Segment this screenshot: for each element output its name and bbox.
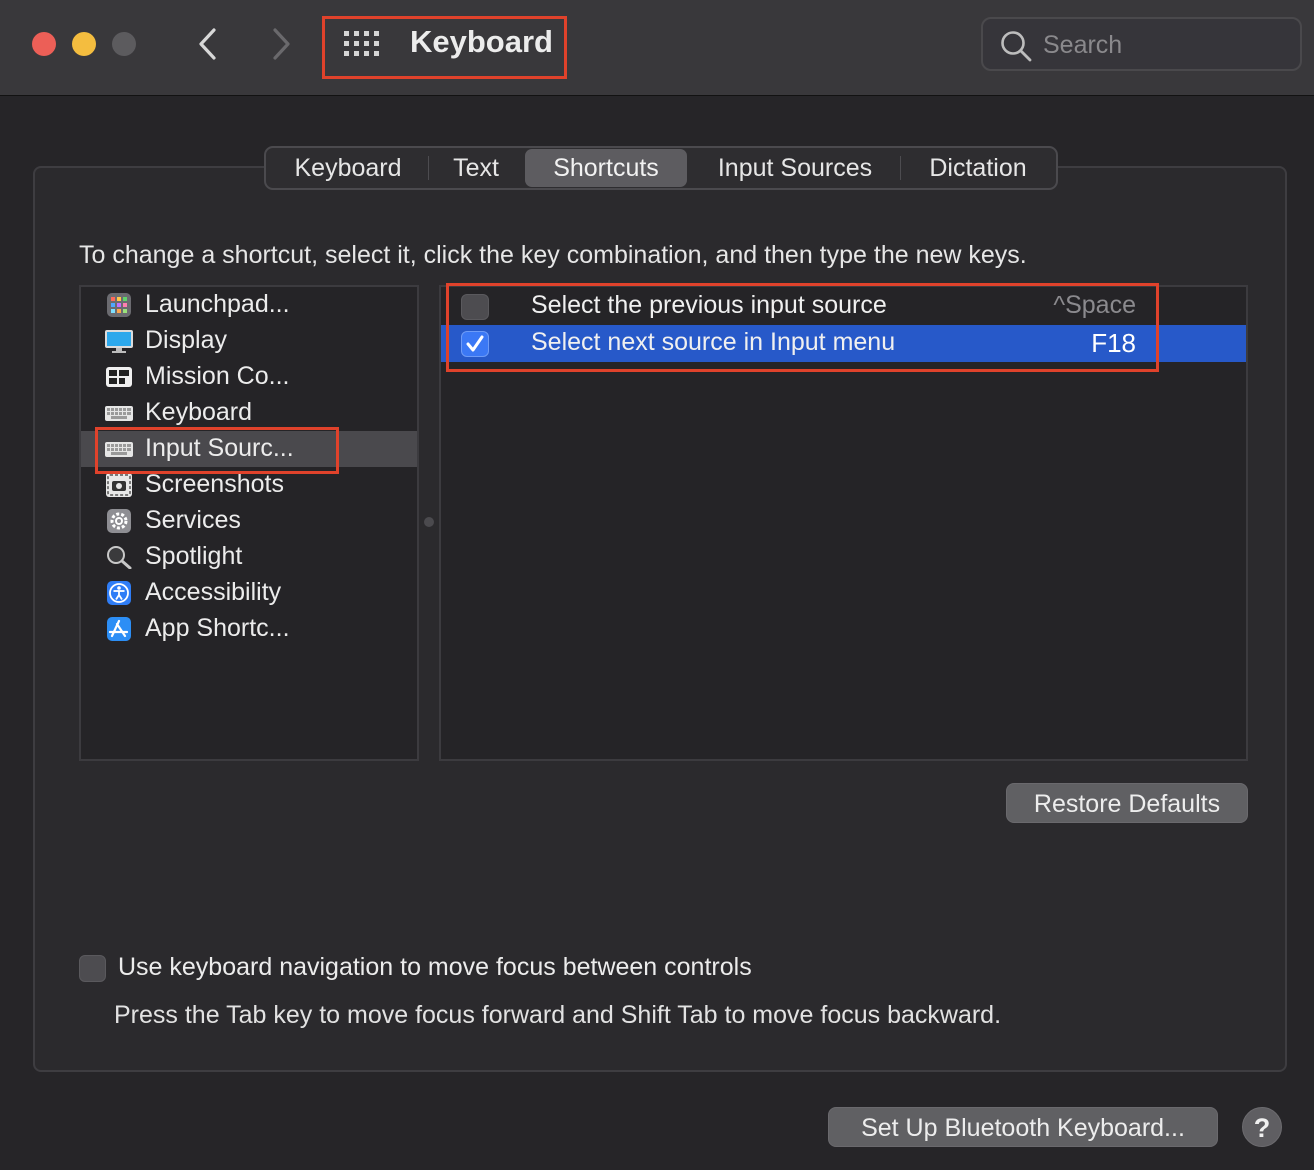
category-label: Keyboard (145, 398, 253, 426)
close-button[interactable] (32, 32, 56, 56)
instruction-text: To change a shortcut, select it, click t… (79, 241, 1027, 269)
forward-button[interactable] (262, 22, 302, 66)
tab-bar: Keyboard Text Shortcuts Input Sources Di… (264, 146, 1058, 190)
chevron-right-icon (273, 28, 290, 60)
tab-dictation[interactable]: Dictation (904, 148, 1052, 188)
category-item-services[interactable]: Services (81, 503, 417, 539)
zoom-button[interactable] (112, 32, 136, 56)
category-label: Spotlight (145, 542, 243, 570)
tab-text[interactable]: Text (430, 148, 522, 188)
highlight-box-shortcuts (446, 283, 1159, 372)
search-icon (1001, 31, 1032, 62)
app-store-icon (107, 617, 131, 641)
tab-input-sources[interactable]: Input Sources (694, 148, 896, 188)
category-item-accessibility[interactable]: Accessibility (81, 575, 417, 611)
tab-shortcuts[interactable]: Shortcuts (525, 149, 687, 187)
screenshot-icon (106, 473, 132, 497)
title-bar: Keyboard (0, 0, 1314, 96)
back-button[interactable] (188, 22, 228, 66)
category-item-mission-control[interactable]: Mission Co... (81, 359, 417, 395)
category-item-keyboard[interactable]: Keyboard (81, 395, 417, 431)
highlight-box-input-sources (95, 427, 339, 474)
keyboard-icon (105, 406, 133, 421)
keyboard-navigation-checkbox[interactable] (79, 955, 106, 982)
keyboard-navigation-label: Use keyboard navigation to move focus be… (118, 953, 752, 981)
search-input[interactable] (1043, 27, 1283, 63)
highlight-box-title (322, 16, 567, 79)
keyboard-navigation-help-text: Press the Tab key to move focus forward … (114, 1001, 1002, 1029)
category-item-app-shortcuts[interactable]: App Shortc... (81, 611, 417, 647)
help-button[interactable]: ? (1242, 1107, 1282, 1147)
launchpad-icon (107, 293, 131, 317)
accessibility-icon (107, 581, 131, 605)
mission-control-icon (106, 367, 132, 387)
search-field[interactable] (981, 17, 1302, 71)
gear-icon (107, 509, 131, 533)
chevron-left-icon (199, 28, 216, 60)
set-up-bluetooth-keyboard-button[interactable]: Set Up Bluetooth Keyboard... (828, 1107, 1218, 1147)
split-view-handle[interactable] (424, 517, 434, 527)
tab-keyboard[interactable]: Keyboard (274, 148, 422, 188)
display-icon (105, 330, 133, 353)
category-item-spotlight[interactable]: Spotlight (81, 539, 417, 575)
category-item-display[interactable]: Display (81, 323, 417, 359)
tab-divider (900, 156, 901, 180)
category-item-launchpad[interactable]: Launchpad... (81, 287, 417, 323)
category-label: App Shortc... (145, 614, 290, 642)
category-label: Launchpad... (145, 290, 290, 318)
category-label: Display (145, 326, 227, 354)
category-label: Accessibility (145, 578, 282, 606)
category-label: Screenshots (145, 470, 284, 498)
restore-defaults-button[interactable]: Restore Defaults (1006, 783, 1248, 823)
magnifier-icon (107, 546, 132, 569)
category-label: Mission Co... (145, 362, 290, 390)
category-list[interactable]: Launchpad... Display Mission Co... Keybo… (79, 285, 419, 761)
minimize-button[interactable] (72, 32, 96, 56)
category-label: Services (145, 506, 241, 534)
tab-divider (428, 156, 429, 180)
